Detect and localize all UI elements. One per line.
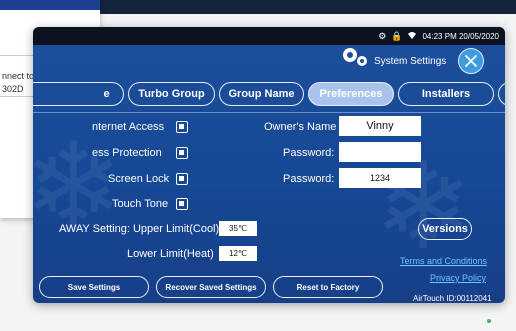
lock-icon: 🔒 bbox=[391, 30, 403, 41]
internet-access-checkbox[interactable] bbox=[176, 121, 188, 133]
tab-preferences[interactable]: Preferences bbox=[308, 82, 394, 106]
system-settings-panel: ❄ ❄ ⚙ 🔒 04:23 PM 20/05/2020 System Setti… bbox=[33, 27, 505, 303]
hvac-icon: ⚙ bbox=[378, 30, 387, 41]
tab-label: e bbox=[103, 88, 110, 100]
away-lower-limit-label: Lower Limit(Heat) bbox=[127, 248, 214, 260]
tab-divider bbox=[33, 112, 505, 113]
snowflake-decoration-icon: ❄ bbox=[373, 140, 474, 274]
tab-turbo-group[interactable]: Turbo Group bbox=[128, 82, 215, 106]
wifi-code: 302D bbox=[2, 84, 24, 94]
page-title: System Settings bbox=[374, 56, 447, 67]
password-confirm-input[interactable]: 1234 bbox=[339, 168, 421, 188]
owners-name-label: Owner's Name bbox=[264, 121, 337, 133]
status-bar: ⚙ 🔒 04:23 PM 20/05/2020 bbox=[33, 27, 505, 45]
away-lower-limit-input[interactable]: 12℃ bbox=[219, 246, 257, 261]
touch-tone-label: Touch Tone bbox=[112, 198, 169, 210]
password-label: Password: bbox=[283, 147, 335, 159]
terms-link[interactable]: Terms and Conditions bbox=[400, 256, 487, 266]
tab-next[interactable] bbox=[498, 82, 505, 106]
reset-factory-button[interactable]: Reset to Factory bbox=[273, 276, 383, 298]
tab-installers[interactable]: Installers bbox=[398, 82, 494, 106]
owners-name-input[interactable]: Vinny bbox=[339, 116, 421, 136]
close-button[interactable] bbox=[458, 48, 484, 74]
screen-lock-checkbox[interactable] bbox=[176, 173, 188, 185]
settings-gear-icon bbox=[343, 48, 367, 66]
wifi-icon bbox=[407, 31, 417, 42]
away-upper-limit-input[interactable]: 35℃ bbox=[219, 221, 257, 236]
access-protection-checkbox[interactable] bbox=[176, 147, 188, 159]
tab-group-name[interactable]: Group Name bbox=[219, 82, 304, 106]
password-confirm-label: Password: bbox=[283, 173, 335, 185]
screen-lock-label: Screen Lock bbox=[108, 173, 170, 185]
status-time: 04:23 PM 20/05/2020 bbox=[422, 31, 499, 41]
save-settings-button[interactable]: Save Settings bbox=[39, 276, 149, 298]
recover-settings-button[interactable]: Recover Saved Settings bbox=[156, 276, 266, 298]
versions-button[interactable]: Versions bbox=[418, 218, 472, 240]
indicator-dot bbox=[487, 319, 491, 323]
privacy-link[interactable]: Privacy Policy bbox=[430, 273, 486, 283]
device-id: AirTouch ID:00112041 bbox=[413, 294, 492, 303]
touch-tone-checkbox[interactable] bbox=[176, 198, 188, 210]
close-icon bbox=[465, 55, 477, 67]
phone-card-header bbox=[0, 0, 100, 10]
internet-access-label: nternet Access bbox=[92, 121, 165, 133]
password-input[interactable] bbox=[339, 142, 421, 162]
access-protection-label: ess Protection bbox=[92, 147, 162, 159]
away-upper-limit-label: AWAY Setting: Upper Limit(Cool) bbox=[59, 223, 220, 235]
tab-zone[interactable]: e bbox=[33, 82, 124, 106]
